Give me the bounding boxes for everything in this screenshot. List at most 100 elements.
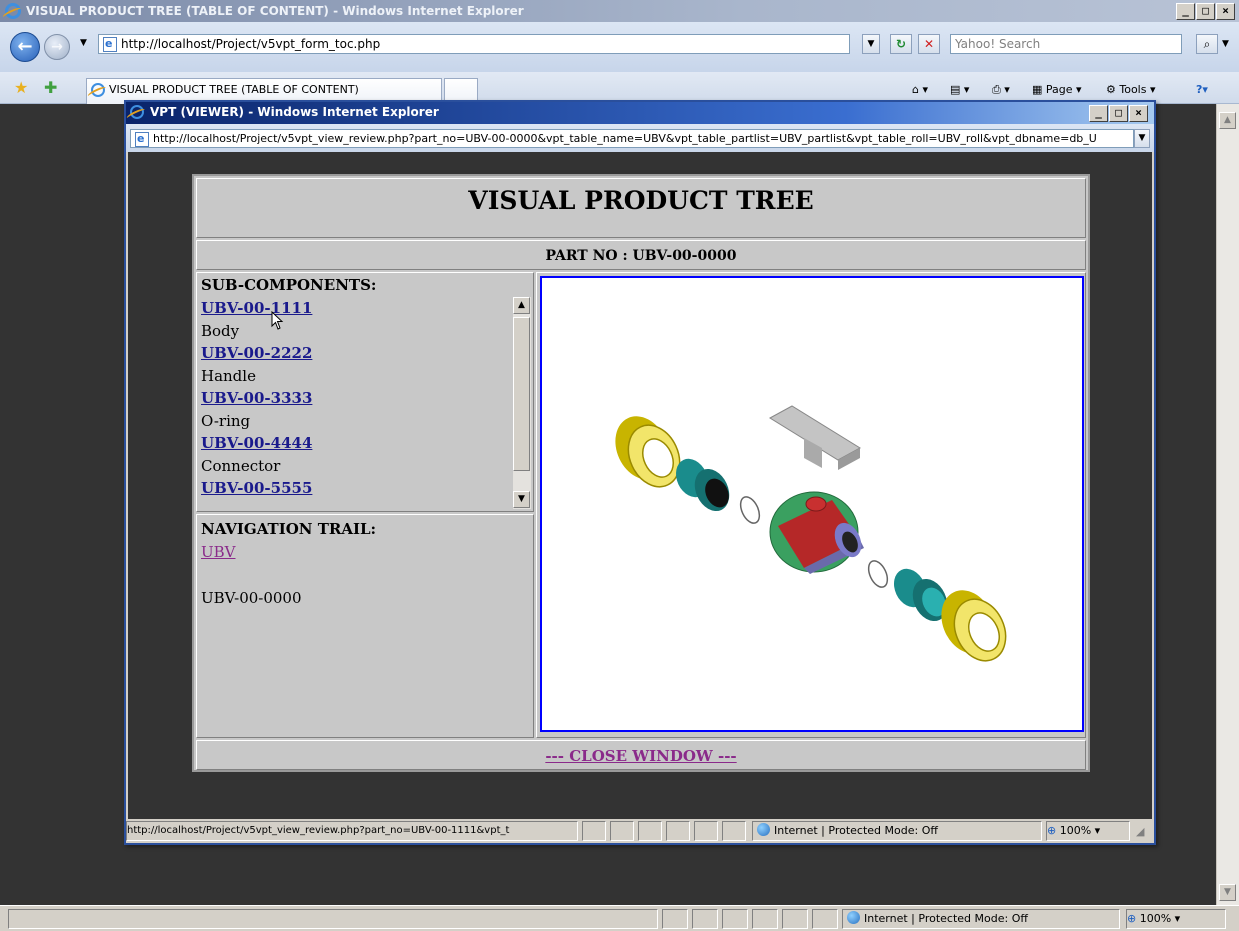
left-union-nut-icon bbox=[615, 416, 681, 488]
scroll-up-icon[interactable]: ▲ bbox=[513, 297, 530, 314]
sub-components-heading: SUB-COMPONENTS: bbox=[201, 276, 377, 294]
search-options-icon[interactable]: ▼ bbox=[1222, 39, 1229, 49]
page-icon bbox=[103, 35, 117, 53]
sub-components-scrollbar[interactable]: ▲ ▼ bbox=[513, 297, 531, 509]
vpt-page: VISUAL PRODUCT TREE PART NO : UBV-00-000… bbox=[192, 174, 1090, 772]
internet-globe-icon bbox=[847, 911, 860, 924]
part-number-cell: PART NO : UBV-00-0000 bbox=[196, 240, 1086, 270]
viewer-cell bbox=[536, 272, 1086, 738]
component-description: Connector bbox=[201, 456, 281, 475]
part-number: PART NO : UBV-00-0000 bbox=[545, 248, 737, 264]
maximize-icon[interactable]: □ bbox=[1109, 105, 1128, 122]
stop-icon[interactable]: ✕ bbox=[918, 34, 940, 54]
trail-current-part: UBV-00-0000 bbox=[201, 589, 302, 607]
status-slot bbox=[692, 909, 718, 929]
close-icon[interactable]: × bbox=[1216, 3, 1235, 20]
popup-address-dropdown-icon[interactable]: ▼ bbox=[1134, 129, 1150, 148]
status-slot bbox=[782, 909, 808, 929]
search-input[interactable]: Yahoo! Search bbox=[950, 34, 1182, 54]
outer-vertical-scrollbar[interactable]: ▲ ▼ bbox=[1216, 104, 1239, 905]
scroll-down-icon[interactable]: ▼ bbox=[1219, 884, 1236, 901]
ie-logo-icon bbox=[130, 105, 144, 119]
outer-address-text[interactable]: http://localhost/Project/v5vpt_form_toc.… bbox=[121, 37, 380, 51]
address-dropdown-icon[interactable]: ▼ bbox=[862, 34, 880, 54]
help-icon[interactable]: ?▾ bbox=[1196, 82, 1208, 98]
scroll-up-icon[interactable]: ▲ bbox=[1219, 112, 1236, 129]
outer-address-bar[interactable]: http://localhost/Project/v5vpt_form_toc.… bbox=[98, 34, 850, 54]
component-link[interactable]: UBV-00-5555 bbox=[201, 477, 501, 500]
feeds-icon[interactable]: ▤ ▾ bbox=[950, 82, 969, 98]
recent-pages-dropdown-icon[interactable]: ▼ bbox=[80, 38, 87, 48]
outer-nav-bar: ← → ▼ http://localhost/Project/v5vpt_for… bbox=[0, 22, 1239, 72]
close-window-link[interactable]: --- CLOSE WINDOW --- bbox=[197, 741, 1085, 771]
right-o-ring-icon bbox=[867, 560, 889, 588]
mouse-pointer-icon bbox=[271, 311, 284, 330]
outer-zoom-control[interactable]: ⊕ 100% ▾ bbox=[1126, 909, 1226, 929]
scroll-thumb[interactable] bbox=[513, 317, 530, 471]
popup-page-content: VISUAL PRODUCT TREE PART NO : UBV-00-000… bbox=[128, 152, 1152, 819]
minimize-icon[interactable]: _ bbox=[1089, 105, 1108, 122]
popup-address-text[interactable]: http://localhost/Project/v5vpt_view_revi… bbox=[153, 132, 1097, 145]
popup-status-url: http://localhost/Project/v5vpt_view_revi… bbox=[126, 821, 578, 841]
status-slot bbox=[722, 821, 746, 841]
outer-zone-status[interactable]: Internet | Protected Mode: Off bbox=[842, 909, 1120, 929]
outer-title-bar: VISUAL PRODUCT TREE (TABLE OF CONTENT) -… bbox=[0, 0, 1239, 22]
trail-link-ubv[interactable]: UBV bbox=[201, 543, 236, 561]
tools-menu[interactable]: ⚙ Tools ▾ bbox=[1106, 82, 1156, 98]
scroll-down-icon[interactable]: ▼ bbox=[513, 491, 530, 508]
minimize-icon[interactable]: _ bbox=[1176, 3, 1195, 20]
valve-body-icon bbox=[769, 491, 864, 574]
popup-status-url-text: http://localhost/Project/v5vpt_view_revi… bbox=[127, 825, 510, 836]
zoom-icon: ⊕ bbox=[1047, 824, 1057, 837]
status-slot bbox=[694, 821, 718, 841]
popup-zoom-text: 100% bbox=[1059, 824, 1092, 837]
component-description: Body bbox=[201, 321, 240, 340]
add-favorites-icon[interactable]: ✚ bbox=[44, 80, 57, 96]
refresh-icon[interactable]: ↻ bbox=[890, 34, 912, 54]
popup-window-controls: _ □ × bbox=[1089, 105, 1148, 122]
back-arrow-icon[interactable]: ← bbox=[10, 32, 40, 62]
exploded-view-image bbox=[540, 276, 1084, 732]
component-description: O-ring bbox=[201, 411, 251, 430]
sub-components-list: UBV-00-1111 Body UBV-00-2222 Handle UBV-… bbox=[201, 297, 501, 500]
status-slot bbox=[722, 909, 748, 929]
outer-zone-text: Internet | Protected Mode: Off bbox=[864, 912, 1028, 925]
popup-title-bar: VPT (VIEWER) - Windows Internet Explorer… bbox=[126, 102, 1154, 124]
component-link[interactable]: UBV-00-4444 bbox=[201, 432, 501, 455]
home-icon[interactable]: ⌂ ▾ bbox=[912, 82, 928, 98]
forward-arrow-icon[interactable]: → bbox=[44, 34, 70, 60]
component-link[interactable]: UBV-00-3333 bbox=[201, 387, 501, 410]
left-connector-icon bbox=[675, 458, 730, 512]
close-icon[interactable]: × bbox=[1129, 105, 1148, 122]
status-slot bbox=[752, 909, 778, 929]
tools-menu-label: Tools bbox=[1119, 83, 1147, 96]
tab-label: VISUAL PRODUCT TREE (TABLE OF CONTENT) bbox=[109, 83, 359, 96]
popup-zone-text: Internet | Protected Mode: Off bbox=[774, 824, 938, 837]
component-link[interactable]: UBV-00-2222 bbox=[201, 342, 501, 365]
popup-address-bar[interactable]: http://localhost/Project/v5vpt_view_revi… bbox=[130, 129, 1134, 148]
favorites-star-icon[interactable]: ★ bbox=[14, 80, 28, 96]
maximize-icon[interactable]: □ bbox=[1196, 3, 1215, 20]
close-window-cell: --- CLOSE WINDOW --- bbox=[196, 740, 1086, 770]
ie-logo-icon bbox=[5, 3, 21, 19]
ie-tab-icon bbox=[91, 83, 105, 97]
popup-zone-status[interactable]: Internet | Protected Mode: Off bbox=[752, 821, 1042, 841]
page-title: VISUAL PRODUCT TREE bbox=[468, 186, 814, 215]
popup-zoom-control[interactable]: ⊕ 100% ▾ bbox=[1046, 821, 1130, 841]
popup-status-bar: http://localhost/Project/v5vpt_view_revi… bbox=[126, 819, 1154, 843]
left-o-ring-icon bbox=[739, 496, 761, 524]
component-link[interactable]: UBV-00-1111 bbox=[201, 297, 501, 320]
outer-window-controls: _ □ × bbox=[1176, 3, 1235, 20]
page-menu[interactable]: ▦ Page ▾ bbox=[1032, 82, 1082, 98]
zoom-icon: ⊕ bbox=[1127, 912, 1137, 925]
outer-status-bar: Internet | Protected Mode: Off ⊕ 100% ▾ bbox=[0, 905, 1239, 931]
print-icon[interactable]: ⎙ ▾ bbox=[992, 82, 1010, 98]
search-icon[interactable]: ⌕ bbox=[1196, 34, 1218, 54]
status-slot bbox=[610, 821, 634, 841]
status-slot bbox=[638, 821, 662, 841]
navigation-trail-panel: NAVIGATION TRAIL: UBV UBV-00-0000 bbox=[196, 514, 534, 738]
resize-grip-icon[interactable]: ◢ bbox=[1136, 825, 1144, 838]
handle-icon bbox=[769, 405, 861, 470]
status-slot bbox=[812, 909, 838, 929]
status-slot bbox=[662, 909, 688, 929]
